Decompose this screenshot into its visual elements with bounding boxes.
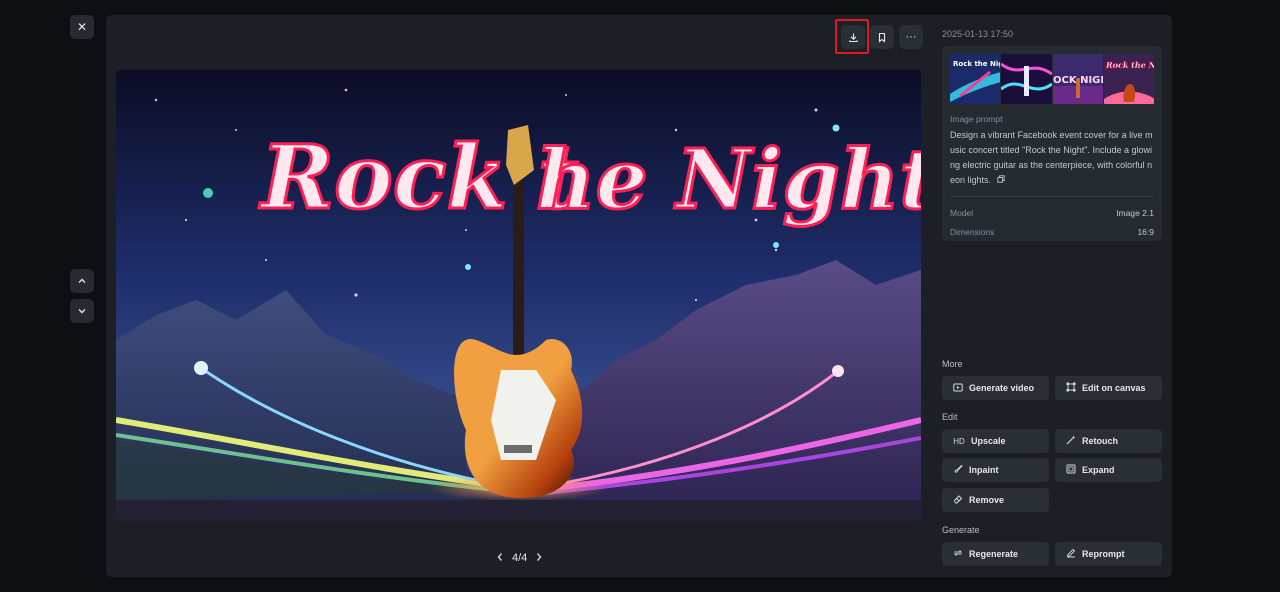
hd-icon: HD [953, 436, 965, 446]
chevron-down-icon [78, 309, 86, 314]
reprompt-label: Reprompt [1082, 549, 1125, 559]
thumbnail-4[interactable]: Rock the Night [1103, 54, 1154, 104]
close-button[interactable]: ✕ [70, 15, 94, 39]
model-label: Model [950, 207, 974, 218]
chevron-right-icon [537, 553, 542, 561]
next-image-button[interactable] [70, 299, 94, 323]
image-pager: 4/4 [496, 550, 543, 565]
copy-icon [996, 175, 1005, 183]
thumbnail-2[interactable] [1001, 54, 1052, 104]
pager-next-button[interactable] [535, 550, 543, 565]
section-edit-label: Edit [942, 412, 958, 422]
pencil-icon [1066, 548, 1076, 560]
upscale-button[interactable]: HD Upscale [942, 429, 1049, 453]
eraser-icon [953, 494, 963, 506]
image-title-right: he Night [536, 132, 921, 228]
image-title-left: Rock t [258, 125, 579, 229]
expand-label: Expand [1082, 465, 1115, 475]
expand-button[interactable]: Expand [1055, 458, 1162, 482]
inpaint-button[interactable]: Inpaint [942, 458, 1049, 482]
generated-image[interactable]: Rock t he Night [116, 70, 921, 521]
magic-wand-icon [1066, 435, 1076, 447]
canvas-icon [1066, 382, 1076, 394]
bookmark-icon [878, 32, 886, 43]
download-highlight-box [835, 19, 869, 54]
pager-prev-button[interactable] [496, 550, 504, 565]
section-more-label: More [942, 359, 963, 369]
section-generate-label: Generate [942, 525, 980, 535]
generate-video-button[interactable]: Generate video [942, 376, 1049, 400]
dimensions-label: Dimensions [950, 226, 995, 237]
upscale-label: Upscale [971, 436, 1006, 446]
retouch-button[interactable]: Retouch [1055, 429, 1162, 453]
edit-on-canvas-button[interactable]: Edit on canvas [1055, 376, 1162, 400]
model-value: Image 2.1 [1116, 207, 1154, 218]
thumbnail-1-text: Rock the Night [953, 60, 1000, 68]
copy-prompt-button[interactable] [996, 173, 1005, 188]
thumbnail-3[interactable]: OCK NIGH [1052, 54, 1103, 104]
close-icon: ✕ [76, 20, 88, 34]
thumbnail-1[interactable]: Rock the Night [950, 54, 1001, 104]
dimensions-row: Dimensions 16:9 [950, 222, 1154, 241]
refresh-icon [953, 548, 963, 560]
model-row: Model Image 2.1 [950, 203, 1154, 222]
brush-icon [953, 464, 963, 476]
prompt-card: Rock the Night OCK NIGH Rock the Night I… [942, 46, 1162, 241]
more-options-button[interactable]: ··· [899, 25, 923, 49]
generate-video-label: Generate video [969, 383, 1035, 393]
chevron-left-icon [497, 553, 503, 561]
video-icon [953, 383, 963, 394]
card-divider [950, 196, 1154, 198]
reprompt-button[interactable]: Reprompt [1055, 542, 1162, 566]
image-viewer-panel: ··· Rock t he Night 4/4 2025-01-13 17:50… [106, 15, 1172, 577]
remove-button[interactable]: Remove [942, 488, 1049, 512]
previous-image-button[interactable] [70, 269, 94, 293]
pager-count: 4/4 [512, 551, 528, 564]
prompt-text: Design a vibrant Facebook event cover fo… [950, 128, 1154, 188]
dimensions-value: 16:9 [1137, 226, 1154, 237]
timestamp: 2025-01-13 17:50 [942, 29, 1014, 39]
thumbnail-4-text: Rock the Night [1105, 60, 1154, 70]
remove-label: Remove [969, 495, 1005, 505]
regenerate-button[interactable]: Regenerate [942, 542, 1049, 566]
chevron-up-icon [78, 278, 86, 283]
retouch-label: Retouch [1082, 436, 1118, 446]
edit-on-canvas-label: Edit on canvas [1082, 383, 1146, 393]
prompt-label: Image prompt [950, 114, 1003, 124]
expand-icon [1066, 464, 1076, 476]
thumbnail-strip: Rock the Night OCK NIGH Rock the Night [950, 54, 1154, 104]
regenerate-label: Regenerate [969, 549, 1019, 559]
more-horizontal-icon: ··· [905, 31, 917, 43]
prompt-body: Design a vibrant Facebook event cover fo… [950, 130, 1153, 185]
inpaint-label: Inpaint [969, 465, 999, 475]
bookmark-button[interactable] [870, 25, 894, 49]
